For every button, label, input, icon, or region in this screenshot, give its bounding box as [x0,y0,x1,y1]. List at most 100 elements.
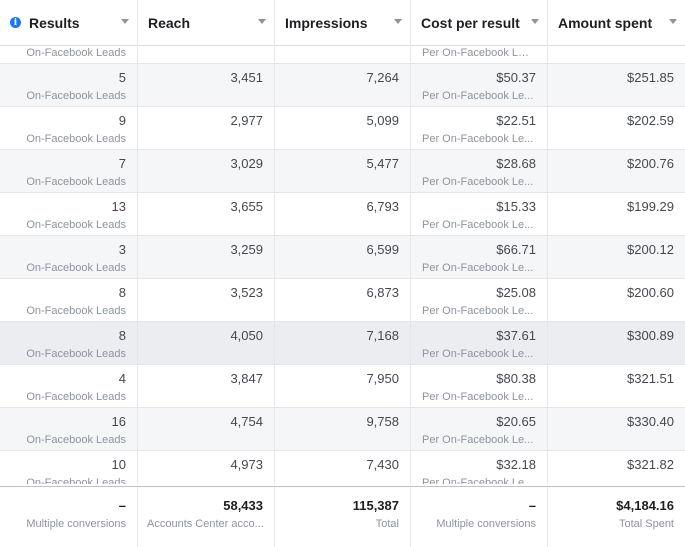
amount-spent-value: $300.89 [627,328,674,343]
amount-spent-value: $199.29 [627,199,674,214]
cost-per-result-value: $28.68 [496,156,536,171]
table-row[interactable]: 8 On-Facebook Leads 4,050 7,168 $37.61 Per On… [0,322,685,365]
column-header-impressions[interactable]: Impressions [275,0,411,45]
cell-cost-per-result: $32.18 Per On-Facebook Le... [411,451,548,484]
table-row[interactable]: 10 On-Facebook Leads 4,973 7,430 $32.18 Per O… [0,451,685,484]
totals-reach-sub: Accounts Center acco... [147,518,264,530]
reach-value: 3,451 [230,70,263,85]
cost-per-result-sub: Per On-Facebook Le... [422,176,534,188]
cost-per-result-sub: Per On-Facebook Le... [422,133,534,145]
amount-spent-value: $200.76 [627,156,674,171]
column-header-reach[interactable]: Reach [138,0,275,45]
cell-cost-per-result: $15.33 Per On-Facebook Le... [411,193,548,235]
table-row[interactable]: 7 On-Facebook Leads 3,029 5,477 $28.68 Per On… [0,150,685,193]
table-row[interactable]: 13 On-Facebook Leads 3,655 6,793 $15.33 Per O… [0,193,685,236]
table-row[interactable]: 16 On-Facebook Leads 4,754 9,758 $20.65 Per O… [0,408,685,451]
chevron-down-icon[interactable] [394,19,402,24]
totals-results-value: – [118,498,126,513]
table-row[interactable]: 4 On-Facebook Leads 3,847 7,950 $80.38 Per On… [0,365,685,408]
cell-results: 3 On-Facebook Leads [0,236,138,278]
totals-cost-per-result-value: – [528,498,536,513]
reach-value: 4,754 [230,414,263,429]
results-sub: On-Facebook Leads [26,477,126,484]
cell-amount-spent: $199.29 [548,193,685,235]
totals-amount-spent-value: $4,184.16 [616,498,674,513]
amount-spent-value: $321.82 [627,457,674,472]
results-sub: On-Facebook Leads [26,133,126,145]
reach-value: 3,847 [230,371,263,386]
cell-cost-per-result: $22.51 Per On-Facebook Le... [411,107,548,149]
cell-amount-spent: $300.89 [548,322,685,364]
cell-impressions: 7,168 [275,322,411,364]
cost-per-result-sub: Per On-Facebook Le... [422,90,534,102]
totals-impressions-value: 115,387 [352,498,399,513]
cost-per-result-value: $20.65 [496,414,536,429]
cell-reach: 3,523 [138,279,275,321]
cell-impressions: 7,430 [275,451,411,484]
totals-impressions-sub: Total [375,518,399,530]
reach-value: 4,050 [230,328,263,343]
totals-reach-value: 58,433 [223,498,263,513]
results-sub: On-Facebook Leads [26,391,126,403]
results-value: 7 [118,156,126,171]
reach-value: 3,029 [230,156,263,171]
reach-value: 3,259 [230,242,263,257]
cell-reach: 4,050 [138,322,275,364]
cost-per-result-sub: Per On-Facebook Le... [422,348,534,360]
cell-impressions: 9,758 [275,408,411,450]
cell-amount-spent: $200.60 [548,279,685,321]
results-value: 5 [118,70,126,85]
cell-amount-spent: $202.59 [548,107,685,149]
cell-results: 8 On-Facebook Leads [0,322,138,364]
info-icon[interactable]: i [10,17,21,28]
cost-per-result-sub: Per On-Facebook Le... [422,305,534,317]
totals-amount-spent-sub: Total Spent [618,518,674,530]
table-row[interactable]: On-Facebook Leads Per On-Facebook Leads [0,47,685,64]
totals-reach: 58,433 Accounts Center acco... [138,487,275,547]
cell-amount-spent: $251.85 [548,64,685,106]
reach-value: 2,977 [230,113,263,128]
table-row[interactable]: 9 On-Facebook Leads 2,977 5,099 $22.51 Per On… [0,107,685,150]
cell-reach: 4,973 [138,451,275,484]
cost-per-result-value: $50.37 [496,70,536,85]
cost-per-result-sub: Per On-Facebook Leads [422,47,534,59]
column-header-results[interactable]: i Results [0,0,138,45]
results-value: 8 [118,328,126,343]
table-row[interactable]: 8 On-Facebook Leads 3,523 6,873 $25.08 Per On… [0,279,685,322]
results-sub: On-Facebook Leads [26,90,126,102]
results-value: 3 [118,242,126,257]
results-sub: On-Facebook Leads [26,348,126,360]
column-header-label: Amount spent [558,14,653,31]
cell-amount-spent: $200.76 [548,150,685,192]
column-header-amount-spent[interactable]: Amount spent [548,0,685,45]
results-sub: On-Facebook Leads [26,262,126,274]
impressions-value: 7,430 [366,457,399,472]
cell-cost-per-result: $80.38 Per On-Facebook Le... [411,365,548,407]
cell-reach: 3,029 [138,150,275,192]
chevron-down-icon[interactable] [121,19,129,24]
ads-report-table: i Results Reach Impressions Cost per res… [0,0,685,547]
totals-results: – Multiple conversions [0,487,138,547]
cell-cost-per-result: $37.61 Per On-Facebook Le... [411,322,548,364]
amount-spent-value: $321.51 [627,371,674,386]
cell-results: 16 On-Facebook Leads [0,408,138,450]
totals-cost-per-result-sub: Multiple conversions [436,518,536,530]
amount-spent-value: $202.59 [627,113,674,128]
chevron-down-icon[interactable] [258,19,266,24]
cell-impressions: 7,264 [275,64,411,106]
table-body[interactable]: On-Facebook Leads Per On-Facebook Leads … [0,47,685,484]
table-header: i Results Reach Impressions Cost per res… [0,0,685,46]
chevron-down-icon[interactable] [669,19,677,24]
cell-cost-per-result: $50.37 Per On-Facebook Le... [411,64,548,106]
column-header-label: Reach [148,14,191,31]
impressions-value: 6,873 [366,285,399,300]
table-row[interactable]: 3 On-Facebook Leads 3,259 6,599 $66.71 Per On… [0,236,685,279]
chevron-down-icon[interactable] [531,19,539,24]
totals-cost-per-result: – Multiple conversions [411,487,548,547]
cell-reach: 4,754 [138,408,275,450]
column-header-cost-per-result[interactable]: Cost per result [411,0,548,45]
cost-per-result-value: $22.51 [496,113,536,128]
totals-amount-spent: $4,184.16 Total Spent [548,487,685,547]
impressions-value: 6,793 [366,199,399,214]
table-row[interactable]: 5 On-Facebook Leads 3,451 7,264 $50.37 Per On… [0,64,685,107]
